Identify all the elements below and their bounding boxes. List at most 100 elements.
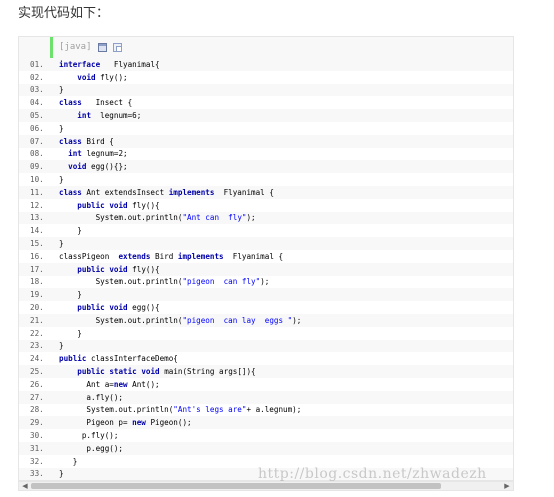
intro-text: 实现代码如下： — [18, 6, 110, 21]
code-text: Ant a=new Ant(); — [59, 379, 160, 389]
code-text: } — [59, 226, 82, 236]
scrollbar-thumb[interactable] — [31, 483, 441, 489]
code-line: 31. p.egg(); — [19, 441, 513, 455]
code-line: 10.} — [19, 173, 513, 186]
code-line: 17. public void fly(){ — [19, 262, 513, 276]
code-text: System.out.println("pigeon can fly"); — [59, 277, 270, 287]
line-number: 01. — [30, 59, 44, 69]
language-label: [java] — [59, 42, 92, 52]
code-text: int legnum=2; — [68, 149, 128, 159]
watermark: http://blog.csdn.net/zhwadezh — [258, 466, 487, 482]
line-number: 22. — [30, 328, 44, 338]
code-line: 07. class Bird { — [19, 134, 513, 148]
code-line: 25. public static void main(String args[… — [19, 365, 513, 378]
code-text: } — [59, 328, 82, 338]
code-line: 13. System.out.println("Ant can fly"); — [19, 211, 513, 225]
line-number: 08. — [30, 149, 44, 159]
line-number: 15. — [30, 239, 44, 249]
code-lines: 01. interface Flyanimal{02. void fly(); 03… — [19, 58, 513, 480]
code-line: 04. class Insect { — [19, 96, 513, 110]
code-text: void egg(){}; — [68, 162, 128, 172]
code-line: 05. int legnum=6; — [19, 109, 513, 122]
code-line: 12. public void fly(){ — [19, 198, 513, 212]
line-number: 12. — [30, 200, 44, 210]
line-number: 31. — [30, 443, 44, 453]
line-number: 04. — [30, 98, 44, 108]
line-number: 19. — [30, 290, 44, 300]
line-number: 03. — [30, 85, 44, 95]
code-text: System.out.println("pigeon can lay eggs … — [59, 315, 302, 325]
code-text: } — [59, 290, 82, 300]
code-text: } — [59, 469, 64, 479]
code-line: 08. int legnum=2; — [19, 147, 513, 161]
line-number: 21. — [30, 315, 44, 325]
code-text: } — [59, 239, 64, 249]
line-number: 26. — [30, 379, 44, 389]
code-text: System.out.println("Ant can fly"); — [59, 213, 256, 223]
code-text: } — [59, 123, 64, 133]
code-line: 16. classPigeon extends Bird implements F… — [19, 249, 513, 263]
code-line: 23.} — [19, 339, 513, 353]
line-number: 09. — [30, 162, 44, 172]
code-text: public void fly(){ — [77, 264, 160, 274]
line-number: 16. — [30, 251, 44, 261]
horizontal-scrollbar[interactable]: ◀ ▶ — [18, 481, 514, 491]
code-line: 26. Ant a=new Ant(); — [19, 377, 513, 391]
code-line: 09. void egg(){}; — [19, 160, 513, 174]
line-number: 23. — [30, 341, 44, 351]
code-line: 19. } — [19, 288, 513, 302]
code-line: 15.} — [19, 237, 513, 250]
code-text: a.fly(); — [59, 392, 124, 402]
code-line: 06.} — [19, 121, 513, 135]
line-number: 33. — [30, 469, 44, 479]
line-number: 13. — [30, 213, 44, 223]
line-number: 18. — [30, 277, 44, 287]
line-number: 02. — [30, 72, 44, 82]
line-number: 11. — [30, 187, 44, 197]
code-line: 21. System.out.println("pigeon can lay e… — [19, 313, 513, 327]
scroll-right-icon[interactable]: ▶ — [502, 482, 512, 490]
code-line: 01. interface Flyanimal{ — [19, 58, 513, 71]
code-line: 24. public classInterfaceDemo{ — [19, 352, 513, 366]
code-text: class Bird { — [59, 136, 114, 146]
scroll-left-icon[interactable]: ◀ — [20, 482, 30, 490]
code-text: } — [59, 175, 64, 185]
code-text: } — [59, 85, 64, 95]
code-text: interface Flyanimal{ — [59, 59, 160, 69]
code-line: 20. public void egg(){ — [19, 301, 513, 314]
code-block: [java] 01. interface Flyanimal{02. void f… — [18, 36, 514, 481]
code-line: 29. Pigeon p= new Pigeon(); — [19, 416, 513, 430]
code-toolbar: [java] — [59, 40, 122, 54]
code-text: public static void main(String args[]){ — [77, 367, 256, 377]
code-line: 30. p.fly(); — [19, 429, 513, 442]
code-line: 27. a.fly(); — [19, 390, 513, 404]
line-number: 17. — [30, 264, 44, 274]
line-number: 27. — [30, 392, 44, 402]
code-text: int legnum=6; — [77, 111, 142, 121]
code-text: System.out.println("Ant's legs are"+ a.l… — [59, 405, 302, 415]
line-number: 32. — [30, 456, 44, 466]
code-line: 22. } — [19, 326, 513, 340]
code-text: public void egg(){ — [77, 303, 160, 313]
code-text: public void fly(){ — [77, 200, 160, 210]
line-number: 24. — [30, 354, 44, 364]
code-text: class Ant extendsInsect implements Flyan… — [59, 187, 274, 197]
line-number: 14. — [30, 226, 44, 236]
line-number: 28. — [30, 405, 44, 415]
view-source-icon[interactable] — [97, 42, 107, 52]
code-line: 11. class Ant extendsInsect implements Fl… — [19, 185, 513, 199]
code-text: } — [59, 456, 78, 466]
code-line: 18. System.out.println("pigeon can fly")… — [19, 275, 513, 289]
line-number: 10. — [30, 175, 44, 185]
code-text: class Insect { — [59, 98, 133, 108]
code-text: p.fly(); — [59, 431, 119, 440]
line-number: 20. — [30, 303, 44, 313]
code-line: 03.} — [19, 83, 513, 97]
code-text: } — [59, 341, 64, 351]
line-number: 06. — [30, 123, 44, 133]
copy-icon[interactable] — [112, 42, 122, 52]
code-line: 14. } — [19, 224, 513, 238]
code-text: Pigeon p= new Pigeon(); — [59, 418, 192, 428]
line-number: 25. — [30, 367, 44, 377]
code-line: 02. void fly(); — [19, 70, 513, 84]
